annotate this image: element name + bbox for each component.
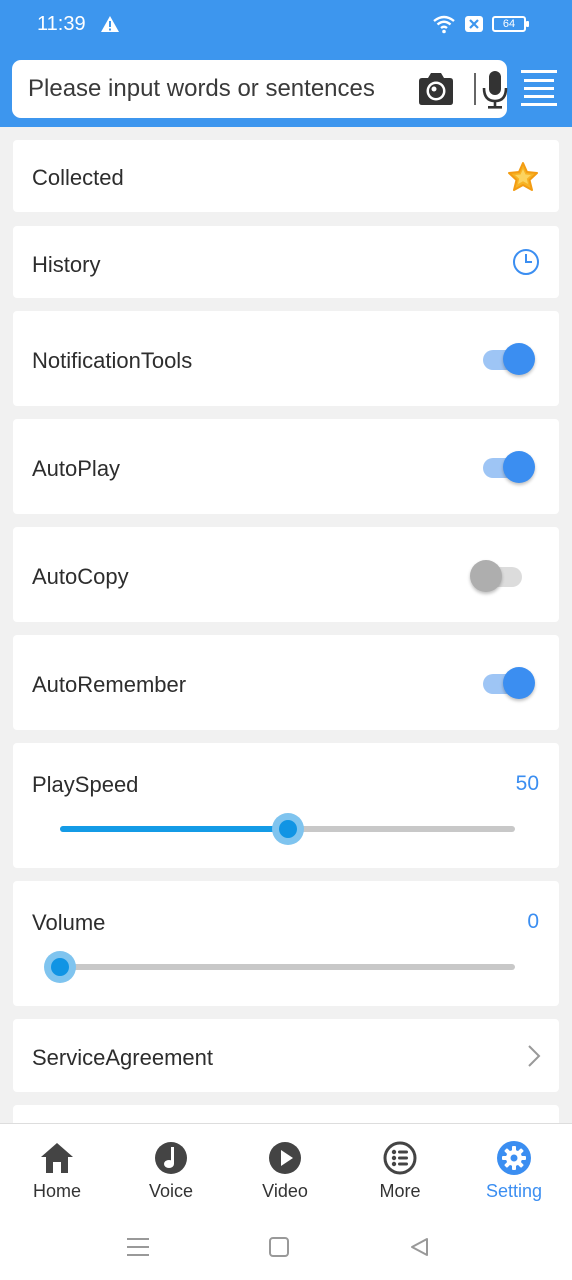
chevron-right-icon [528,1045,541,1067]
top-header: 11:39 64 [0,0,572,127]
toggle-knob [503,451,535,483]
search-divider [474,73,476,105]
volume-label: Volume [32,910,106,935]
auto-play-label: AutoPlay [32,456,121,481]
search-input[interactable] [28,60,408,118]
service-agreement-row[interactable]: ServiceAgreement [13,1019,559,1092]
nav-video[interactable]: Video [228,1124,342,1214]
nav-home[interactable]: Home [0,1124,114,1214]
nav-voice-label: Voice [148,1181,194,1201]
play-speed-row: PlaySpeed 50 [13,743,559,868]
nav-more[interactable]: More [343,1124,457,1214]
notification-tools-toggle[interactable] [483,342,535,375]
menu-icon[interactable] [520,68,558,108]
auto-remember-label: AutoRemember [32,672,187,697]
list-icon [383,1141,417,1175]
gear-icon [497,1141,531,1175]
clock-icon [513,249,539,275]
nav-more-label: More [379,1181,421,1201]
back-triangle-icon[interactable] [409,1237,429,1257]
slider-fill [60,826,288,832]
auto-remember-row: AutoRemember [13,635,559,730]
volume-row: Volume 0 [13,881,559,1006]
microphone-icon[interactable] [482,70,508,110]
nav-setting[interactable]: Setting [457,1124,571,1214]
play-speed-value: 50 [515,772,539,795]
auto-copy-row: AutoCopy [13,527,559,622]
toggle-knob [503,667,535,699]
notification-tools-label: NotificationTools [32,348,193,373]
camera-icon[interactable] [417,72,455,106]
notification-tools-row: NotificationTools [13,311,559,406]
status-time: 11:39 [37,13,86,35]
status-bar: 11:39 64 [0,0,572,50]
nav-voice[interactable]: Voice [114,1124,228,1214]
auto-copy-toggle[interactable] [470,559,522,592]
toggle-knob [503,343,535,375]
recents-menu-icon[interactable] [127,1237,149,1257]
slider-thumb[interactable] [271,813,304,845]
system-nav-bar [0,1213,572,1280]
star-icon [508,162,538,191]
collected-label: Collected [32,165,124,190]
wifi-icon [433,15,455,34]
nav-video-label: Video [262,1181,308,1201]
history-row[interactable]: History [13,226,559,298]
service-agreement-label: ServiceAgreement [32,1045,213,1070]
warning-icon [101,16,119,32]
sim-blocked-icon [465,16,483,32]
search-box[interactable] [12,60,508,118]
slider-rail [60,964,515,970]
battery-icon: 64 [492,16,529,32]
nav-home-label: Home [32,1181,81,1201]
auto-copy-label: AutoCopy [32,564,129,589]
volume-slider[interactable] [44,946,515,986]
play-speed-slider[interactable] [60,808,515,848]
auto-play-row: AutoPlay [13,419,559,514]
home-icon [41,1143,73,1173]
play-icon [269,1142,301,1174]
status-indicators: 64 [432,14,529,34]
home-square-icon[interactable] [269,1237,289,1257]
volume-value: 0 [527,910,539,933]
history-label: History [32,252,101,277]
toggle-knob [470,560,502,592]
auto-remember-toggle[interactable] [483,666,535,699]
collected-row[interactable]: Collected [13,140,559,212]
play-speed-label: PlaySpeed [32,772,139,797]
nav-setting-label: Setting [485,1181,543,1201]
music-note-icon [155,1142,187,1174]
bottom-nav: Home Voice Video More Setting [0,1123,572,1213]
auto-play-toggle[interactable] [483,450,535,483]
slider-thumb[interactable] [44,951,76,983]
